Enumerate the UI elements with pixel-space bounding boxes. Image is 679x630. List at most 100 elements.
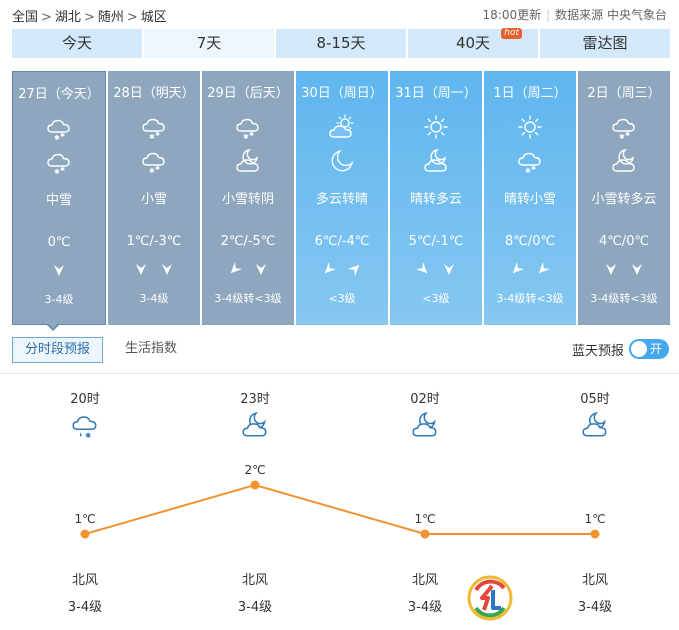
wind-direction-icon [444, 264, 454, 275]
moon-cloud-icon [234, 147, 262, 175]
snow-cloud-icon: ✱ ✱ [45, 148, 73, 176]
day-wind-level: <3级 [328, 292, 356, 305]
breadcrumb-item-district[interactable]: 城区 [141, 10, 167, 25]
day-date: 2日（周三） [587, 86, 661, 101]
svg-text:✱: ✱ [155, 165, 160, 172]
hour-wind-direction: 北风 [71, 573, 98, 588]
day-wind-direction [108, 261, 200, 279]
breadcrumb-item-province[interactable]: 湖北 [55, 10, 81, 25]
temperature-point [250, 480, 260, 490]
site-logo-watermark [467, 575, 513, 621]
temperature-point [590, 529, 600, 539]
day-wind-level: 3-4级转<3级 [590, 292, 658, 305]
day-temperature: 0℃ [47, 235, 71, 250]
hour-time: 23时 [240, 392, 270, 407]
update-meta: 18:00更新 | 数据来源 中央气象台 [483, 6, 667, 23]
day-card[interactable]: 27日（今天） ✱ ✱ ✱ ✱ 中雪 0℃ 3-4级 [12, 71, 106, 325]
wind-direction-icon [136, 264, 146, 275]
hour-temperature: 1℃ [584, 512, 606, 526]
tab-label: 今天 [61, 34, 92, 52]
subtab-life-index[interactable]: 生活指数 [113, 337, 189, 363]
day-wind-level: 3-4级 [44, 293, 74, 306]
moon-cloud-icon [240, 410, 270, 438]
day-temperature: 1℃/-3℃ [126, 234, 182, 249]
hour-temperature: 1℃ [414, 512, 436, 526]
tab-label: 7天 [196, 34, 222, 52]
svg-text:✱: ✱ [625, 131, 630, 138]
sun-icon [422, 113, 450, 141]
hour-wind-direction: 北风 [411, 573, 438, 588]
hot-badge: hot [501, 28, 522, 39]
wind-direction-icon [324, 261, 337, 274]
selected-day-pointer [46, 323, 60, 331]
snow-cloud-icon: ✱ ✱ [516, 147, 544, 175]
blue-sky-forecast: 蓝天预报 开 [572, 338, 669, 360]
day-wind-direction [390, 261, 482, 279]
hour-wind-level: 3-4级 [67, 600, 103, 615]
breadcrumb-separator: > [83, 10, 95, 25]
svg-text:✱: ✱ [60, 132, 65, 139]
breadcrumb-separator: > [41, 10, 52, 25]
day-wind-direction [13, 262, 105, 280]
day-weather-desc: 小雪转多云 [591, 192, 657, 207]
svg-text:✱: ✱ [155, 131, 160, 138]
day-date: 31日（周一） [395, 86, 477, 101]
forecast-tabs: 今天 7天 8-15天 40天 hot 雷达图 [12, 28, 670, 58]
sun-icon [516, 113, 544, 141]
day-card[interactable]: 1日（周二） ✱ ✱ 晴转小雪 8℃/0℃ 3-4级转<3级 [484, 71, 576, 325]
day-temperature: 4℃/0℃ [598, 234, 650, 249]
tab-label: 雷达图 [582, 34, 628, 52]
tab-today[interactable]: 今天 [12, 29, 142, 58]
tab-radar[interactable]: 雷达图 [540, 29, 670, 58]
hourly-forecast: 20时 ✱ 1℃ 北风 3-4级 23时 2℃ 北风 3-4级 02时 1℃ 北风 3-4级 05时 1℃ 北… [0, 374, 679, 630]
wind-direction-icon [230, 261, 243, 274]
subtab-hourly-forecast[interactable]: 分时段预报 [12, 337, 104, 363]
day-weather-desc: 晴转小雪 [503, 192, 556, 207]
wind-direction-icon [347, 264, 360, 277]
top-bar: 全国 > 湖北 > 随州 > 城区 18:00更新 | 数据来源 中央气象台 [0, 0, 679, 28]
hour-time: 20时 [70, 392, 100, 407]
breadcrumb-item-country[interactable]: 全国 [12, 10, 38, 25]
day-wind-level: 3-4级转<3级 [214, 292, 282, 305]
hour-temperature: 1℃ [74, 512, 96, 526]
tab-label: 8-15天 [316, 34, 366, 52]
temperature-line [84, 483, 595, 535]
blue-sky-toggle[interactable]: 开 [629, 339, 669, 359]
day-card[interactable]: 2日（周三） ✱ ✱ 小雪转多云 4℃/0℃ 3-4级转<3级 [578, 71, 670, 325]
sun-cloud-icon [328, 113, 356, 141]
tab-7-days[interactable]: 7天 [144, 29, 274, 58]
day-temperature: 6℃/-4℃ [314, 234, 370, 249]
day-weather-desc: 晴转多云 [409, 192, 462, 207]
day-card[interactable]: 28日（明天） ✱ ✱ ✱ ✱ 小雪 1℃/-3℃ 3-4级 [108, 71, 200, 325]
hour-wind-level: 3-4级 [577, 600, 613, 615]
hour-time: 02时 [410, 392, 440, 407]
snow-cloud-icon: ✱ ✱ [140, 113, 168, 141]
wind-direction-icon [538, 261, 551, 274]
update-time: 18:00更新 [482, 8, 542, 22]
temperature-point [420, 529, 430, 539]
svg-text:✱: ✱ [85, 431, 91, 440]
day-date: 30日（周日） [301, 86, 383, 101]
day-weather-desc: 小雪转阴 [221, 192, 274, 207]
day-card[interactable]: 30日（周日） 多云转晴 6℃/-4℃ <3级 [296, 71, 388, 325]
day-temperature: 2℃/-5℃ [220, 234, 276, 249]
day-card[interactable]: 31日（周一） 晴转多云 5℃/-1℃ <3级 [390, 71, 482, 325]
svg-text:✱: ✱ [531, 165, 536, 172]
breadcrumb-item-city[interactable]: 随州 [98, 10, 124, 25]
tab-8-15-days[interactable]: 8-15天 [276, 29, 406, 58]
day-temperature: 5℃/-1℃ [408, 234, 464, 249]
moon-cloud-icon [610, 147, 638, 175]
breadcrumb-separator: > [126, 10, 138, 25]
day-wind-level: <3级 [422, 292, 450, 305]
tab-40-days[interactable]: 40天 hot [408, 28, 538, 58]
day-wind-direction [296, 261, 388, 279]
day-wind-level: 3-4级 [139, 292, 169, 305]
wind-direction-icon [415, 261, 428, 274]
day-card[interactable]: 29日（后天） ✱ ✱ 小雪转阴 2℃/-5℃ 3-4级转<3级 [202, 71, 294, 325]
hour-wind-direction: 北风 [241, 573, 268, 588]
day-date: 29日（后天） [207, 86, 289, 101]
hour-wind-level: 3-4级 [237, 600, 273, 615]
day-temperature: 8℃/0℃ [504, 234, 556, 249]
moon-cloud-icon [422, 147, 450, 175]
temperature-line-chart [80, 480, 600, 539]
